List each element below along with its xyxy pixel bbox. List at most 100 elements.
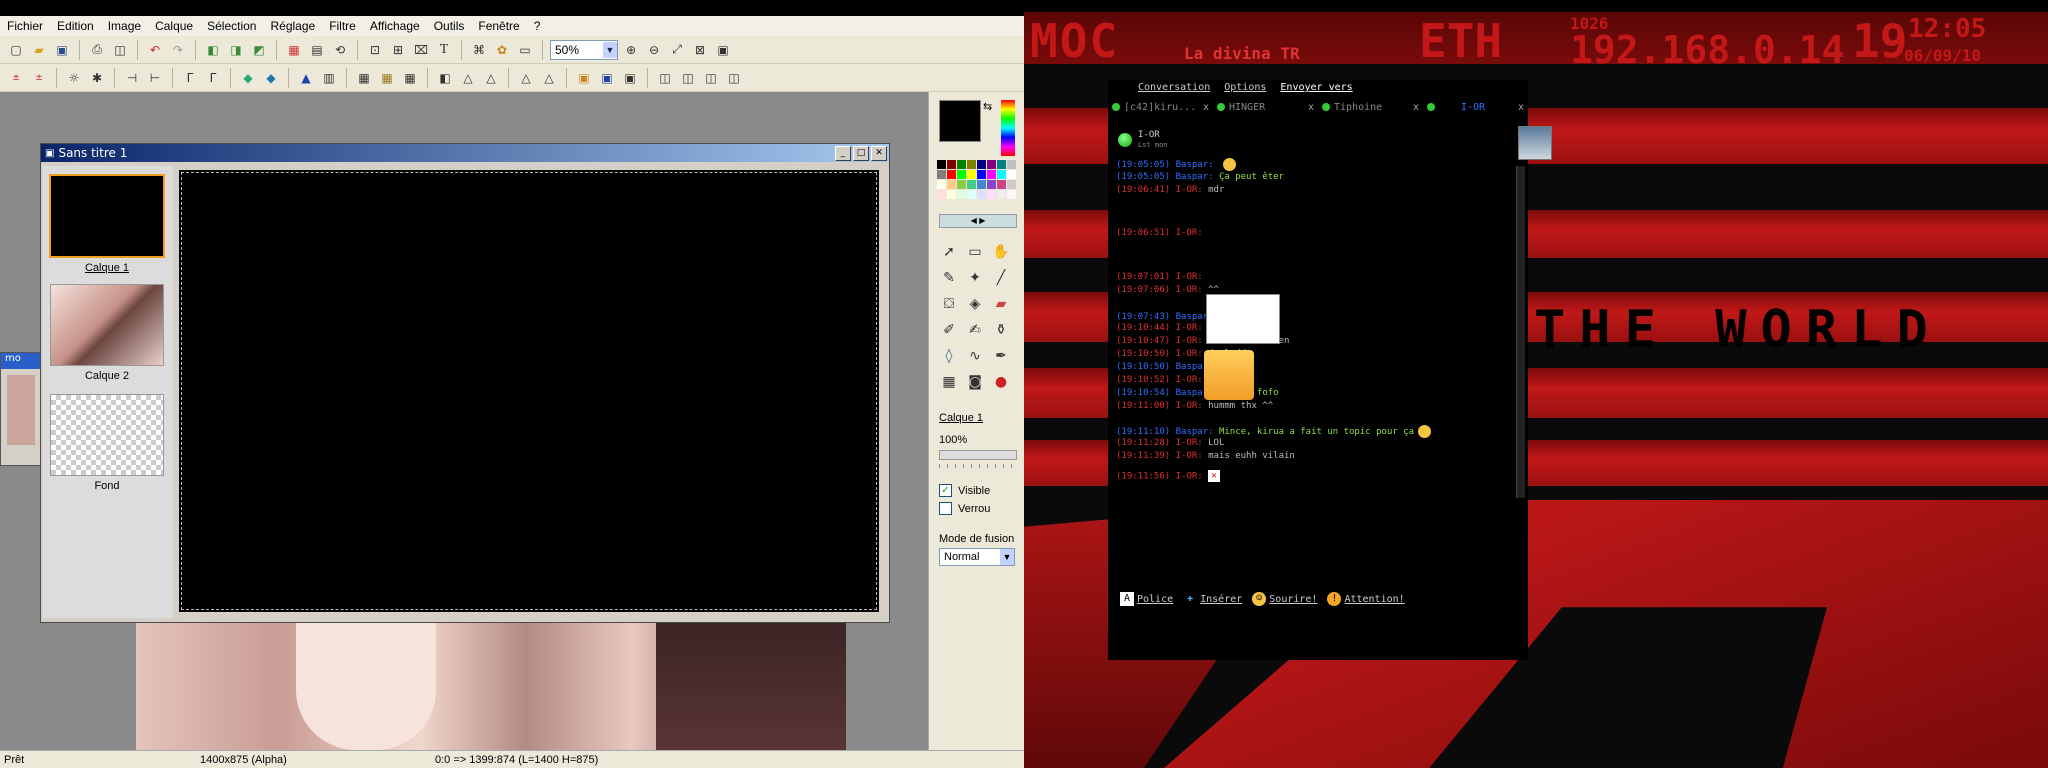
palette-swatch[interactable] — [947, 160, 956, 169]
color-balance-icon[interactable]: Γ — [180, 68, 200, 88]
visible-checkbox[interactable]: ✓ Visible — [939, 484, 990, 497]
auto-level-icon[interactable]: ± — [6, 68, 26, 88]
color-palette[interactable] — [937, 160, 1017, 199]
menu-reglage[interactable]: Réglage — [263, 19, 322, 33]
close-icon[interactable]: x — [1518, 102, 1524, 113]
palette-swatch[interactable] — [997, 160, 1006, 169]
menu-help[interactable]: ? — [527, 19, 548, 33]
hand-icon[interactable]: ✋ — [989, 240, 1013, 264]
maximize-icon[interactable]: □ — [853, 145, 869, 161]
zoom-select[interactable]: 50% ▼ — [550, 39, 618, 60]
export-icon[interactable]: ◫ — [701, 68, 721, 88]
curves-icon[interactable]: ⊣ — [122, 68, 142, 88]
palette-swatch[interactable] — [967, 190, 976, 199]
minimize-icon[interactable]: _ — [835, 145, 851, 161]
close-icon[interactable]: x — [1203, 102, 1209, 113]
scan-icon[interactable]: ◫ — [110, 40, 130, 60]
palette-swatch[interactable] — [947, 170, 956, 179]
brightness-icon[interactable]: ☼ — [64, 68, 84, 88]
select-rect-icon[interactable]: ▭ — [963, 240, 987, 264]
stamp-icon[interactable]: ✿ — [492, 40, 512, 60]
mosaic-icon[interactable]: ▦ — [400, 68, 420, 88]
menu-calque[interactable]: Calque — [148, 19, 200, 33]
tab-hinger[interactable]: HINGER x — [1213, 100, 1318, 114]
print-icon[interactable]: ⎙ — [87, 40, 107, 60]
layer-icon[interactable]: ◧ — [203, 40, 223, 60]
crop-icon[interactable]: ⊡ — [365, 40, 385, 60]
contrast-icon[interactable]: ✱ — [87, 68, 107, 88]
curve-icon[interactable]: ∿ — [963, 344, 987, 368]
grid-icon[interactable]: ▦ — [937, 370, 961, 394]
open-icon[interactable]: ▰ — [29, 40, 49, 60]
layer-item[interactable]: Calque 1 — [49, 174, 165, 274]
lock-checkbox[interactable]: Verrou — [939, 502, 990, 515]
font-button[interactable]: A Police — [1120, 592, 1173, 606]
palette-swatch[interactable] — [967, 160, 976, 169]
grid-icon[interactable]: ▤ — [307, 40, 327, 60]
layer-merge-icon[interactable]: ◩ — [249, 40, 269, 60]
color-swap-icon[interactable]: ▣ — [574, 68, 594, 88]
palette-swatch[interactable] — [1007, 190, 1016, 199]
palette-swatch[interactable] — [987, 180, 996, 189]
palette-swatch[interactable] — [977, 180, 986, 189]
drop2-icon[interactable]: △ — [481, 68, 501, 88]
menu-fichier[interactable]: Fichier — [0, 19, 50, 33]
rotate-icon[interactable]: ⟲ — [330, 40, 350, 60]
palette-swatch[interactable] — [947, 180, 956, 189]
drop-icon[interactable]: △ — [458, 68, 478, 88]
palette-swatch[interactable] — [987, 160, 996, 169]
tab-ior[interactable]: I-OR x — [1423, 100, 1528, 114]
noise-icon[interactable]: ▦ — [354, 68, 374, 88]
palette-swatch[interactable] — [957, 190, 966, 199]
clone-icon[interactable]: ◈ — [963, 292, 987, 316]
crop2-icon[interactable]: ⊞ — [388, 40, 408, 60]
actual-size-icon[interactable]: ⊠ — [690, 40, 710, 60]
portrait-icon[interactable]: ◙ — [963, 370, 987, 394]
menu-options[interactable]: Options — [1224, 82, 1266, 93]
palette-swatch[interactable] — [1007, 180, 1016, 189]
tree-icon[interactable]: ⌘ — [469, 40, 489, 60]
tab-tiphoine[interactable]: Tiphoine x — [1318, 100, 1423, 114]
smile-button[interactable]: ☺ Sourire! — [1252, 592, 1317, 606]
contact-avatar[interactable] — [1518, 126, 1552, 160]
attention-button[interactable]: ! Attention! — [1327, 592, 1405, 606]
drawing-canvas[interactable] — [179, 170, 879, 612]
brush-icon[interactable]: ✐ — [937, 318, 961, 342]
line-icon[interactable]: ╱ — [989, 266, 1013, 290]
blur-icon[interactable]: ◆ — [261, 68, 281, 88]
palette-swatch[interactable] — [937, 160, 946, 169]
fullscreen-icon[interactable]: ▣ — [713, 40, 733, 60]
save-icon[interactable]: ▣ — [52, 40, 72, 60]
hue-icon[interactable]: Γ — [203, 68, 223, 88]
menu-send-to[interactable]: Envoyer vers — [1280, 82, 1352, 93]
fit-icon[interactable]: ⤢ — [667, 40, 687, 60]
pixelate-icon[interactable]: ▦ — [377, 68, 397, 88]
undo-icon[interactable]: ↶ — [145, 40, 165, 60]
opacity-slider[interactable] — [939, 450, 1017, 460]
text-icon[interactable]: T — [434, 40, 454, 60]
copy-icon[interactable]: ◧ — [435, 68, 455, 88]
palette-swatch[interactable] — [967, 170, 976, 179]
hue-strip[interactable] — [1001, 100, 1015, 156]
triangle-icon[interactable]: △ — [516, 68, 536, 88]
palette-swatch[interactable] — [997, 180, 1006, 189]
menu-edition[interactable]: Edition — [50, 19, 101, 33]
gradient-icon[interactable]: ▦ — [284, 40, 304, 60]
eyedropper-icon[interactable]: ✎ — [937, 266, 961, 290]
menu-filtre[interactable]: Filtre — [322, 19, 363, 33]
redo-icon[interactable]: ↷ — [168, 40, 188, 60]
palette-swatch[interactable] — [967, 180, 976, 189]
menu-conversation[interactable]: Conversation — [1138, 82, 1210, 93]
stamp-icon[interactable]: ⚱ — [989, 318, 1013, 342]
palette-swatch[interactable] — [997, 190, 1006, 199]
bucket-icon[interactable]: ⛋ — [937, 292, 961, 316]
palette-swatch[interactable] — [977, 160, 986, 169]
invert-icon[interactable]: ▲ — [296, 68, 316, 88]
menu-affichage[interactable]: Affichage — [363, 19, 427, 33]
text-box-icon[interactable]: ⌧ — [411, 40, 431, 60]
new-icon[interactable]: ▢ — [6, 40, 26, 60]
palette-swatch[interactable] — [977, 190, 986, 199]
menu-outils[interactable]: Outils — [427, 19, 472, 33]
sharpen-icon[interactable]: ◆ — [238, 68, 258, 88]
palette-swatch[interactable] — [997, 170, 1006, 179]
